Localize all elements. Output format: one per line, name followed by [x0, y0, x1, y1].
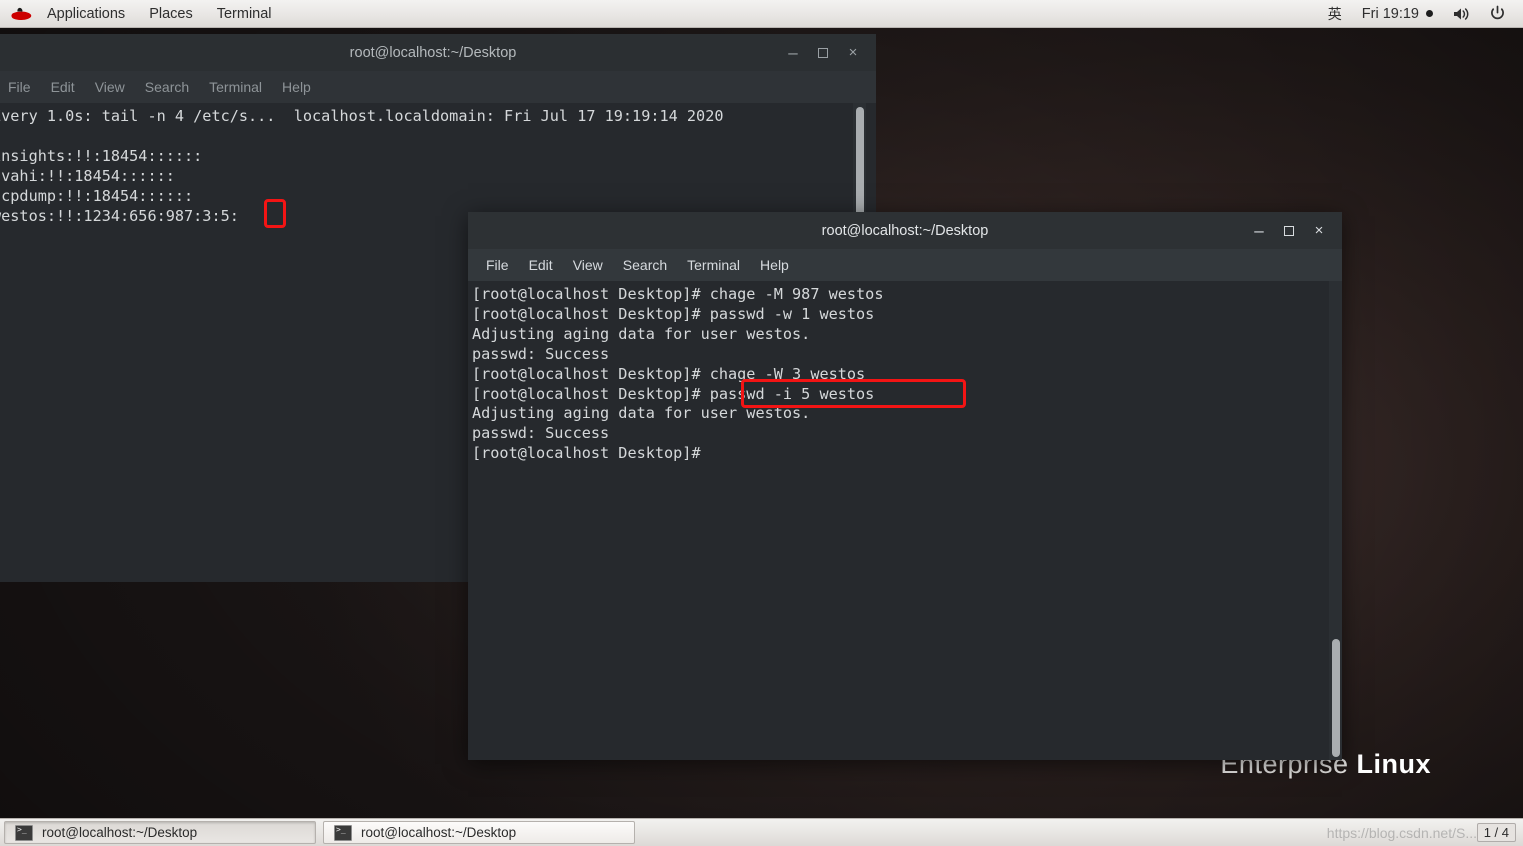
terminal-icon — [334, 824, 352, 841]
menu-file-back[interactable]: File — [0, 75, 41, 99]
scrollbar-thumb-front[interactable] — [1332, 639, 1340, 757]
menu-search-back[interactable]: Search — [135, 75, 199, 99]
window-title-back: root@localhost:~/Desktop — [349, 44, 517, 61]
close-button-back[interactable]: × — [838, 38, 868, 68]
terminal-icon — [15, 824, 33, 841]
panel-clock[interactable]: Fri 19:19 — [1352, 4, 1443, 24]
scrollbar-front[interactable] — [1329, 281, 1342, 760]
menu-help-front[interactable]: Help — [750, 253, 799, 277]
maximize-icon — [1284, 225, 1294, 236]
workspace-indicator[interactable]: 1 / 4 — [1476, 823, 1516, 842]
menu-edit-back[interactable]: Edit — [41, 75, 85, 99]
taskbar-button-label: root@localhost:~/Desktop — [42, 825, 198, 840]
maximize-icon — [818, 47, 828, 58]
redhat-logo-icon[interactable] — [8, 5, 34, 23]
maximize-button-front[interactable] — [1274, 216, 1304, 246]
taskbar: root@localhost:~/Desktop root@localhost:… — [0, 818, 1523, 846]
menu-help-back[interactable]: Help — [272, 75, 321, 99]
window-title-front: root@localhost:~/Desktop — [821, 222, 989, 239]
panel-menu-applications[interactable]: Applications — [36, 3, 136, 25]
scrollbar-thumb-back[interactable] — [856, 107, 864, 225]
top-panel: Applications Places Terminal 英 Fri 19:19 — [0, 0, 1523, 28]
volume-icon[interactable] — [1443, 4, 1480, 24]
taskbar-button-label: root@localhost:~/Desktop — [361, 825, 517, 840]
window-controls-back: – × — [778, 34, 876, 71]
wallpaper-brand-bold: Linux — [1356, 749, 1431, 779]
taskbar-button-terminal-1[interactable]: root@localhost:~/Desktop — [4, 821, 316, 844]
menubar-front: File Edit View Search Terminal Help — [468, 249, 1342, 281]
panel-clock-text: Fri 19:19 — [1361, 5, 1419, 22]
menu-view-back[interactable]: View — [85, 75, 135, 99]
window-controls-front: – × — [1244, 212, 1342, 249]
titlebar-back[interactable]: root@localhost:~/Desktop – × — [0, 34, 876, 71]
terminal-output-back: Every 1.0s: tail -n 4 /etc/s... localhos… — [0, 107, 724, 225]
titlebar-front[interactable]: root@localhost:~/Desktop – × — [468, 212, 1342, 249]
maximize-button-back[interactable] — [808, 38, 838, 68]
terminal-output-front: [root@localhost Desktop]# chage -M 987 w… — [472, 285, 884, 463]
close-button-front[interactable]: × — [1304, 216, 1334, 246]
taskbar-status-area: 1 / 4 — [1476, 823, 1523, 842]
taskbar-button-terminal-2[interactable]: root@localhost:~/Desktop — [323, 821, 635, 844]
terminal-body-front[interactable]: [root@localhost Desktop]# chage -M 987 w… — [468, 281, 1342, 760]
power-icon[interactable] — [1480, 3, 1515, 24]
panel-status-area: 英 Fri 19:19 — [1318, 2, 1523, 26]
input-method-indicator[interactable]: 英 — [1318, 2, 1352, 26]
menu-file-front[interactable]: File — [476, 253, 519, 277]
notification-dot-icon — [1426, 10, 1433, 17]
desktop-screen: Enterprise Linux Applications Places Ter… — [0, 0, 1523, 846]
panel-menu-places[interactable]: Places — [138, 3, 204, 25]
terminal-window-front[interactable]: root@localhost:~/Desktop – × File Edit V… — [468, 212, 1342, 760]
panel-menu-terminal[interactable]: Terminal — [206, 3, 283, 25]
menu-edit-front[interactable]: Edit — [519, 253, 563, 277]
menu-view-front[interactable]: View — [563, 253, 613, 277]
minimize-button-front[interactable]: – — [1244, 216, 1274, 246]
menubar-back: File Edit View Search Terminal Help — [0, 71, 876, 103]
menu-terminal-back[interactable]: Terminal — [199, 75, 272, 99]
minimize-button-back[interactable]: – — [778, 38, 808, 68]
menu-search-front[interactable]: Search — [613, 253, 677, 277]
menu-terminal-front[interactable]: Terminal — [677, 253, 750, 277]
